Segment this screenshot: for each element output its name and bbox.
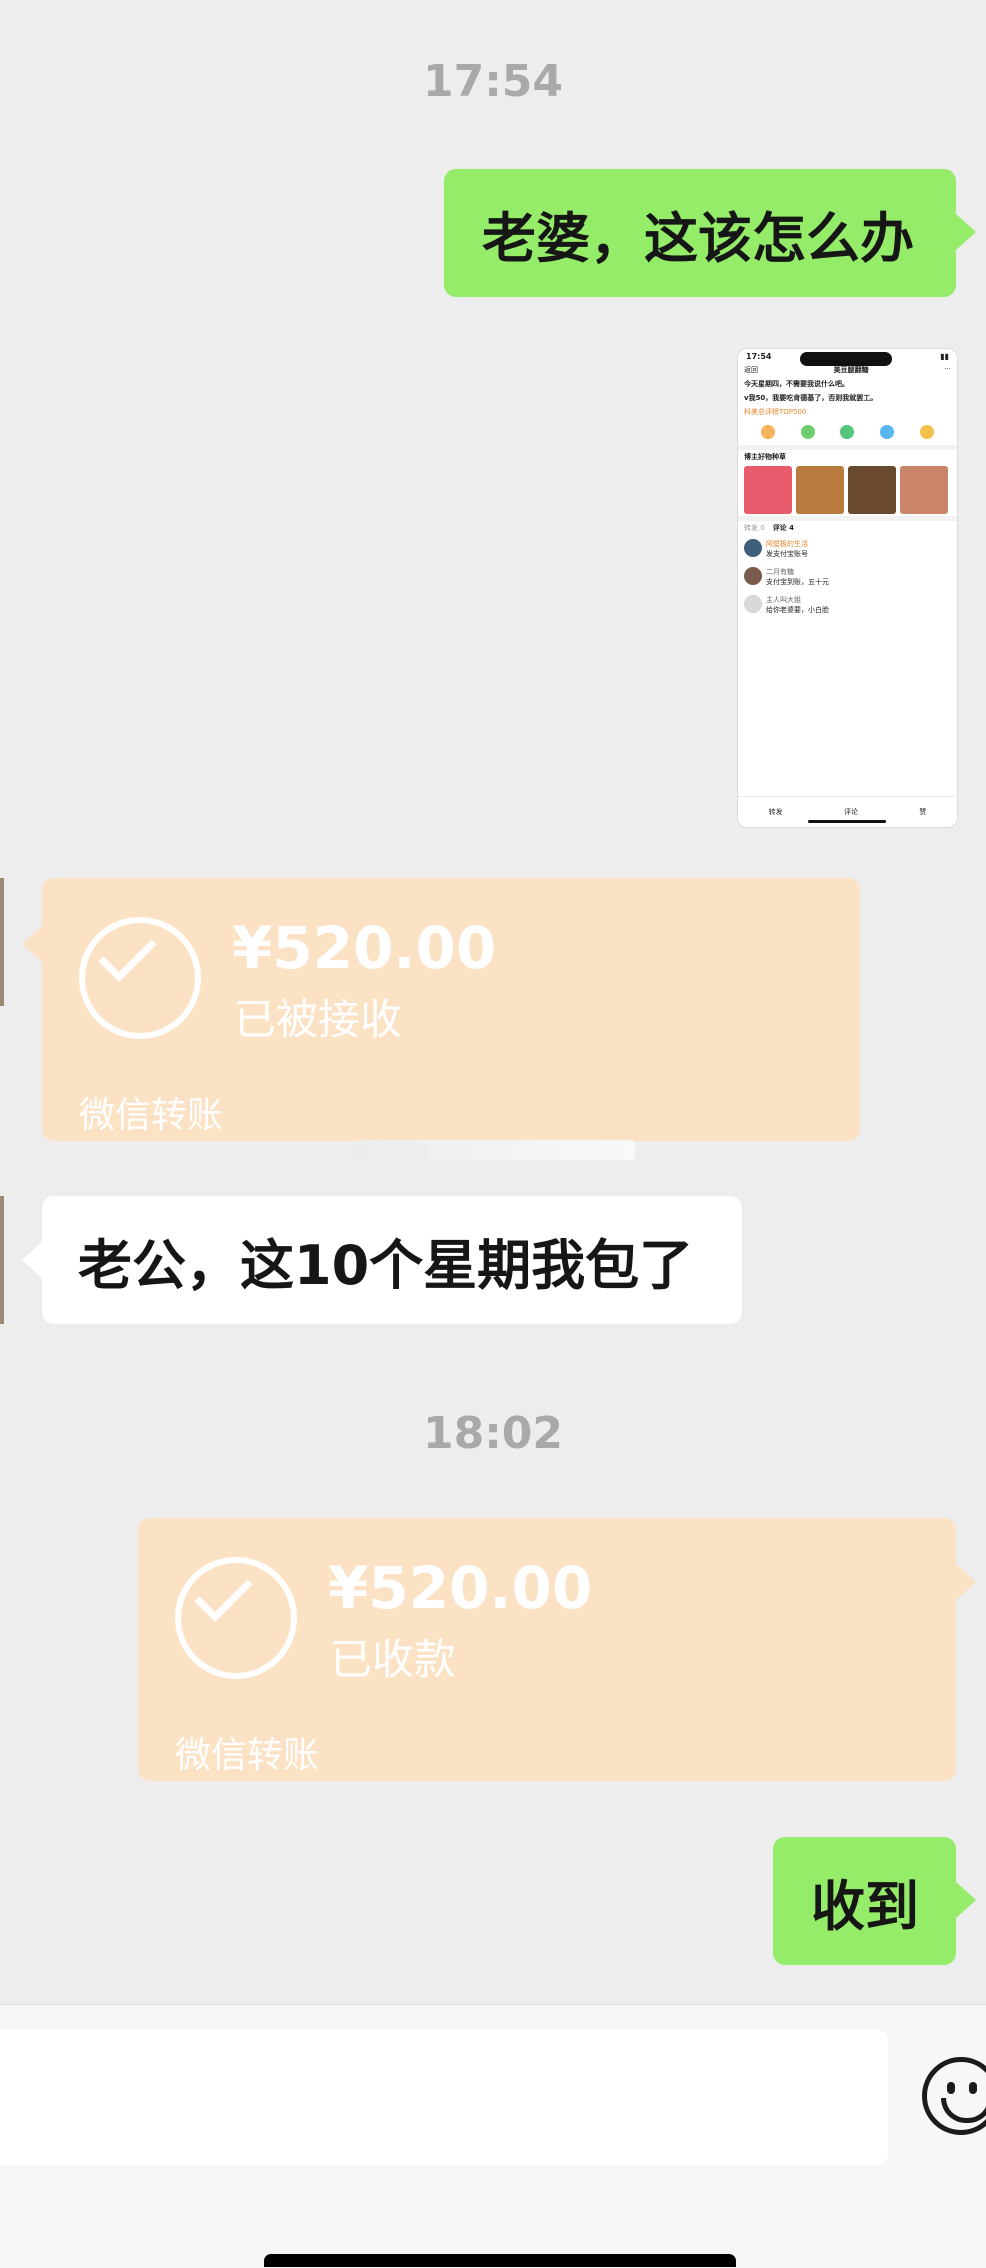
comment-tabs: 转发 0 评论 4 bbox=[738, 521, 957, 535]
moments-icon bbox=[840, 425, 855, 439]
transfer-card[interactable]: ¥520.00 已被接收 微信转账 bbox=[42, 878, 860, 1141]
comment-item: 主人叫大姐 给你老婆要，小白脸 bbox=[738, 591, 957, 619]
input-bar bbox=[0, 2004, 986, 2268]
transfer-amount: ¥520.00 bbox=[232, 914, 497, 982]
transfer-card[interactable]: ¥520.00 已收款 微信转账 bbox=[138, 1518, 956, 1781]
transfer-status: 已收款 bbox=[330, 1635, 457, 1684]
share-icons bbox=[738, 419, 957, 445]
product-thumbnails bbox=[738, 464, 957, 516]
section-title: 博主好物种草 bbox=[744, 453, 786, 461]
product-thumb bbox=[848, 466, 896, 514]
share-icon bbox=[760, 425, 775, 439]
qq-icon bbox=[880, 425, 895, 439]
message-bubble-outgoing[interactable]: 老婆，这该怎么办 bbox=[444, 169, 956, 297]
home-indicator bbox=[808, 820, 886, 823]
comment-text: 给你老婆要，小白脸 bbox=[766, 606, 829, 614]
comment-text: 发支付宝账号 bbox=[766, 550, 808, 558]
wechat-icon bbox=[800, 425, 815, 439]
tab-repost: 转发 0 bbox=[744, 524, 765, 532]
bubble-tail bbox=[956, 214, 976, 250]
transfer-label: 微信转账 bbox=[175, 1735, 320, 1776]
message-text: 老公，这10个星期我包了 bbox=[78, 1233, 694, 1297]
comment-label: 评论 bbox=[843, 808, 858, 816]
bubble-tail bbox=[22, 926, 42, 962]
status-time: 17:54 bbox=[746, 351, 772, 361]
signal-icon: ▮▮ bbox=[940, 351, 949, 361]
emoji-icon[interactable] bbox=[922, 2057, 986, 2135]
avatar bbox=[744, 567, 762, 585]
bubble-tail bbox=[956, 1882, 976, 1918]
repost-label: 转发 bbox=[768, 808, 783, 816]
dynamic-island bbox=[800, 352, 892, 366]
timestamp: 18:02 bbox=[422, 1408, 564, 1459]
image-artifact bbox=[355, 1140, 635, 1160]
rank-tag: 科美总评榜TOP500 bbox=[744, 408, 807, 416]
bubble-tail bbox=[22, 1242, 42, 1278]
check-icon bbox=[79, 917, 201, 1039]
product-thumb bbox=[796, 466, 844, 514]
more-icon: ··· bbox=[944, 365, 951, 373]
favorite-icon bbox=[920, 425, 935, 439]
message-bubble-outgoing[interactable]: 收到 bbox=[773, 1837, 956, 1965]
comment-author: 阿壁板的生活 bbox=[766, 540, 808, 548]
avatar[interactable] bbox=[0, 1196, 4, 1324]
product-thumb bbox=[900, 466, 948, 514]
like-label: 赞 bbox=[919, 808, 927, 816]
transfer-label: 微信转账 bbox=[79, 1095, 224, 1136]
message-text: 老婆，这该怎么办 bbox=[482, 206, 914, 270]
comment-item: 阿壁板的生活 发支付宝账号 bbox=[738, 535, 957, 563]
timestamp: 17:54 bbox=[422, 56, 564, 107]
transfer-status: 已被接收 bbox=[234, 995, 403, 1044]
product-thumb bbox=[744, 466, 792, 514]
comment-text: 支付宝到账，五十元 bbox=[766, 578, 829, 586]
post-text-1: 今天星期四，不需要我说什么吧。 bbox=[744, 380, 849, 388]
message-bubble-incoming[interactable]: 老公，这10个星期我包了 bbox=[42, 1196, 742, 1324]
message-input[interactable] bbox=[0, 2029, 888, 2165]
message-text: 收到 bbox=[811, 1874, 919, 1938]
post-text-2: v我50，我要吃肯德基了，否则我就罢工。 bbox=[744, 394, 878, 402]
comment-item: 二月有糖 支付宝到账，五十元 bbox=[738, 563, 957, 591]
avatar[interactable] bbox=[0, 878, 4, 1006]
avatar bbox=[744, 595, 762, 613]
comment-author: 主人叫大姐 bbox=[766, 596, 801, 604]
shared-screenshot-image[interactable]: 17:54 ▮▮ 返回 美豆腿翻糖 ··· 今天星期四，不需要我说什么吧。 v我… bbox=[737, 348, 958, 828]
author-name: 美豆腿翻糖 bbox=[833, 366, 869, 374]
avatar bbox=[744, 539, 762, 557]
bubble-tail bbox=[956, 1564, 976, 1600]
back-link: 返回 bbox=[744, 366, 758, 374]
comment-author: 二月有糖 bbox=[766, 568, 794, 576]
transfer-amount: ¥520.00 bbox=[328, 1554, 593, 1622]
check-icon bbox=[175, 1557, 297, 1679]
home-indicator[interactable] bbox=[264, 2254, 736, 2267]
tab-comments: 评论 4 bbox=[772, 524, 794, 532]
